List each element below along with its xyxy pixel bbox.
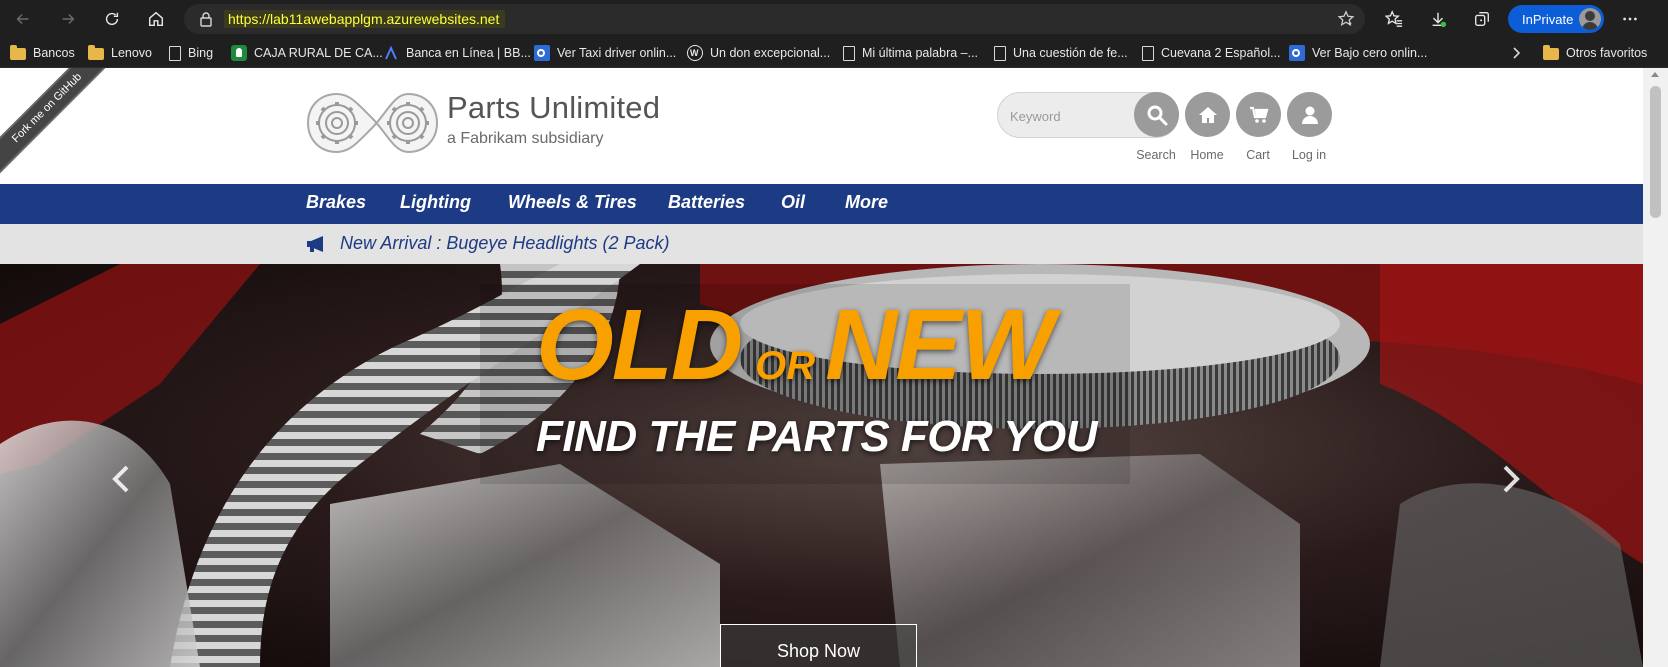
bookmark-bbva[interactable]: Banca en Línea | BB... bbox=[383, 43, 531, 63]
nav-batteries[interactable]: Batteries bbox=[668, 192, 745, 213]
collections-icon[interactable] bbox=[1466, 3, 1498, 35]
bookmark-label: Ver Taxi driver onlin... bbox=[557, 46, 677, 60]
refresh-icon[interactable] bbox=[96, 3, 128, 35]
inprivate-button[interactable]: InPrivate bbox=[1508, 5, 1604, 33]
category-nav: Brakes Lighting Wheels & Tires Batteries… bbox=[0, 184, 1643, 224]
bookmark-label: Bing bbox=[188, 46, 214, 60]
search-icon bbox=[1147, 105, 1167, 125]
bookmark-label: Un don excepcional... bbox=[710, 46, 831, 60]
brand-name: Parts Unlimited bbox=[447, 90, 661, 125]
hero-word-or: OR bbox=[755, 344, 816, 388]
announcement-bar: New Arrival : Bugeye Headlights (2 Pack) bbox=[0, 224, 1643, 264]
bookmark-label: Bancos bbox=[33, 46, 75, 60]
login-label: Log in bbox=[1291, 148, 1327, 162]
downloads-icon[interactable] bbox=[1422, 3, 1454, 35]
bookmark-bajo-cero[interactable]: Ver Bajo cero onlin... bbox=[1289, 43, 1427, 63]
bookmark-otros-favoritos[interactable]: Otros favoritos bbox=[1543, 43, 1647, 63]
bookmark-label: Ver Bajo cero onlin... bbox=[1312, 46, 1428, 60]
nav-brakes[interactable]: Brakes bbox=[306, 192, 366, 213]
nav-wheels-tires[interactable]: Wheels & Tires bbox=[508, 192, 637, 213]
cart-button[interactable] bbox=[1236, 92, 1281, 137]
bookmark-lenovo[interactable]: Lenovo bbox=[88, 43, 152, 63]
hero-headline: OLD OR NEW bbox=[536, 288, 1054, 408]
web-page: Fork me on GitHub Parts Unlimited a Fabr… bbox=[0, 68, 1643, 667]
bookmark-un-don[interactable]: W Un don excepcional... bbox=[687, 43, 830, 63]
search-button[interactable] bbox=[1134, 92, 1179, 137]
login-button[interactable] bbox=[1287, 92, 1332, 137]
search-input[interactable] bbox=[1010, 106, 1120, 126]
wordpress-icon: W bbox=[687, 45, 703, 61]
page-icon bbox=[1142, 45, 1154, 61]
outlook-icon bbox=[1289, 45, 1305, 61]
github-ribbon-text: Fork me on GitHub bbox=[0, 68, 117, 178]
bookmark-caja-rural[interactable]: CAJA RURAL DE CA... bbox=[231, 43, 383, 63]
chevron-right-icon[interactable] bbox=[1509, 44, 1523, 62]
announcement-link[interactable]: New Arrival : Bugeye Headlights (2 Pack) bbox=[340, 233, 669, 254]
bookmark-label: Lenovo bbox=[111, 46, 153, 60]
lock-icon bbox=[198, 11, 214, 27]
inprivate-label: InPrivate bbox=[1522, 11, 1574, 27]
user-icon bbox=[1301, 106, 1318, 124]
page-icon bbox=[169, 45, 181, 61]
bookmark-bing[interactable]: Bing bbox=[169, 43, 213, 63]
profile-avatar-icon bbox=[1579, 8, 1601, 30]
nav-lighting[interactable]: Lighting bbox=[400, 192, 471, 213]
bookmark-cuevana[interactable]: Cuevana 2 Español... bbox=[1142, 43, 1281, 63]
bookmark-label: Banca en Línea | BB... bbox=[406, 46, 531, 60]
bookmark-label: Una cuestión de fe... bbox=[1013, 46, 1128, 60]
scroll-up-icon[interactable] bbox=[1651, 72, 1659, 77]
parts-unlimited-logo[interactable] bbox=[306, 92, 439, 154]
bbva-icon bbox=[383, 45, 399, 61]
browser-toolbar: https://lab11awebapplgm.azurewebsites.ne… bbox=[0, 0, 1668, 38]
bookmark-bancos[interactable]: Bancos bbox=[10, 43, 75, 63]
hero-word-new: NEW bbox=[825, 289, 1054, 401]
nav-oil[interactable]: Oil bbox=[781, 192, 805, 213]
page-scrollbar[interactable] bbox=[1643, 68, 1668, 667]
shop-now-button[interactable]: Shop Now bbox=[720, 624, 917, 667]
page-icon bbox=[994, 45, 1006, 61]
folder-icon bbox=[1543, 45, 1559, 60]
forward-icon[interactable] bbox=[52, 3, 84, 35]
megaphone-icon bbox=[307, 236, 323, 252]
caja-rural-icon bbox=[231, 45, 247, 61]
nav-more[interactable]: More bbox=[845, 192, 888, 213]
bookmark-label: Mi última palabra –... bbox=[862, 46, 979, 60]
hero-carousel: OLD OR NEW FIND THE PARTS FOR YOU Shop Now bbox=[0, 264, 1643, 667]
bookmark-label: Cuevana 2 Español... bbox=[1161, 46, 1281, 60]
home-icon[interactable] bbox=[140, 3, 172, 35]
back-icon[interactable] bbox=[7, 3, 39, 35]
home-icon bbox=[1198, 106, 1217, 123]
bookmark-una-cuestion[interactable]: Una cuestión de fe... bbox=[994, 43, 1128, 63]
folder-icon bbox=[10, 45, 26, 60]
page-icon bbox=[843, 45, 855, 61]
scrollbar-thumb[interactable] bbox=[1650, 86, 1661, 218]
address-bar[interactable]: https://lab11awebapplgm.azurewebsites.ne… bbox=[184, 4, 1365, 34]
github-ribbon[interactable]: Fork me on GitHub bbox=[0, 68, 120, 188]
hero-word-old: OLD bbox=[536, 289, 743, 401]
cart-icon bbox=[1249, 106, 1268, 123]
outlook-icon bbox=[534, 45, 550, 61]
hero-subline: FIND THE PARTS FOR YOU bbox=[536, 412, 1098, 461]
bookmark-mi-ultima-palabra[interactable]: Mi última palabra –... bbox=[843, 43, 978, 63]
favorites-bar: Bancos Lenovo Bing CAJA RURAL DE CA... B… bbox=[0, 38, 1668, 68]
bookmark-label: CAJA RURAL DE CA... bbox=[254, 46, 383, 60]
add-favorite-icon[interactable] bbox=[1337, 10, 1355, 28]
carousel-prev-icon[interactable] bbox=[108, 464, 134, 494]
brand-tagline: a Fabrikam subsidiary bbox=[447, 130, 604, 147]
more-menu-icon[interactable] bbox=[1614, 3, 1646, 35]
bookmark-label: Otros favoritos bbox=[1566, 46, 1648, 60]
home-button[interactable] bbox=[1185, 92, 1230, 137]
folder-icon bbox=[88, 45, 104, 60]
url-text: https://lab11awebapplgm.azurewebsites.ne… bbox=[224, 10, 506, 28]
bookmark-taxi-driver[interactable]: Ver Taxi driver onlin... bbox=[534, 43, 676, 63]
favorites-icon[interactable] bbox=[1378, 3, 1410, 35]
carousel-next-icon[interactable] bbox=[1498, 464, 1524, 494]
